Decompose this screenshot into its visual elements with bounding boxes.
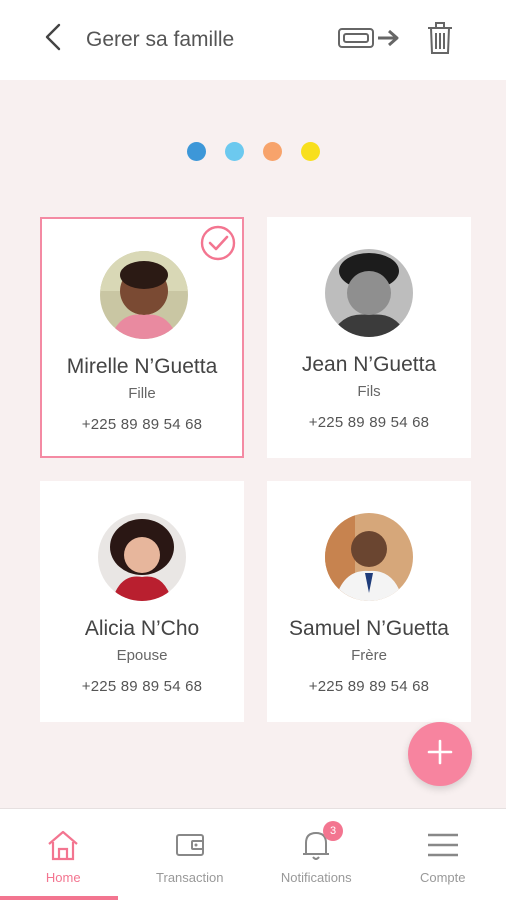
nav-item-home[interactable]: Home	[0, 809, 127, 900]
avatar	[325, 513, 413, 601]
member-card[interactable]: Samuel N’Guetta Frère +225 89 89 54 68	[267, 481, 471, 722]
member-relation: Fils	[357, 383, 381, 400]
bottom-nav: Home Transaction 3 Notifications Compte	[0, 808, 506, 900]
nav-item-compte[interactable]: Compte	[380, 809, 506, 900]
member-name: Samuel N’Guetta	[289, 617, 449, 640]
member-name: Jean N’Guetta	[301, 353, 437, 376]
member-relation: Frère	[351, 647, 387, 664]
avatar	[100, 251, 188, 339]
page-dot[interactable]	[262, 142, 282, 161]
member-card[interactable]: Mirelle N’Guetta Fille +225 89 89 54 68	[40, 217, 244, 458]
trash-icon	[426, 21, 454, 60]
export-card-button[interactable]	[336, 24, 404, 56]
nav-label: Home	[45, 870, 81, 885]
member-name: Mirelle N’Guetta	[66, 355, 218, 378]
page-title: Gerer sa famille	[86, 28, 235, 51]
member-relation: Epouse	[116, 647, 168, 664]
nav-item-transaction[interactable]: Transaction	[127, 809, 254, 900]
wallet-icon	[170, 825, 210, 865]
page-dot[interactable]	[300, 142, 320, 161]
selected-check-icon	[200, 225, 236, 261]
nav-item-notifications[interactable]: 3 Notifications	[253, 809, 380, 900]
page-dot[interactable]	[224, 142, 244, 161]
delete-button[interactable]	[424, 21, 456, 60]
chevron-left-icon	[43, 22, 63, 57]
avatar	[98, 513, 186, 601]
home-icon	[43, 825, 83, 865]
menu-icon	[423, 825, 463, 865]
page-indicator	[0, 142, 506, 161]
member-phone: +225 89 89 54 68	[81, 416, 203, 433]
nav-label: Notifications	[280, 870, 352, 885]
member-phone: +225 89 89 54 68	[308, 414, 430, 431]
active-tab-indicator	[0, 896, 118, 900]
member-name: Alicia N’Cho	[84, 617, 200, 640]
avatar	[325, 249, 413, 337]
app-header: Gerer sa famille	[0, 0, 506, 80]
nav-label: Transaction	[156, 870, 224, 885]
add-member-button[interactable]	[408, 722, 472, 786]
member-card[interactable]: Alicia N’Cho Epouse +225 89 89 54 68	[40, 481, 244, 722]
member-phone: +225 89 89 54 68	[81, 678, 203, 695]
page-dot[interactable]	[186, 142, 206, 161]
card-export-icon	[336, 23, 404, 58]
member-phone: +225 89 89 54 68	[308, 678, 430, 695]
member-card[interactable]: Jean N’Guetta Fils +225 89 89 54 68	[267, 217, 471, 458]
plus-icon	[427, 739, 453, 770]
notification-badge: 3	[323, 821, 343, 841]
member-relation: Fille	[128, 385, 156, 402]
back-button[interactable]	[36, 22, 70, 56]
nav-label: Compte	[419, 870, 466, 885]
